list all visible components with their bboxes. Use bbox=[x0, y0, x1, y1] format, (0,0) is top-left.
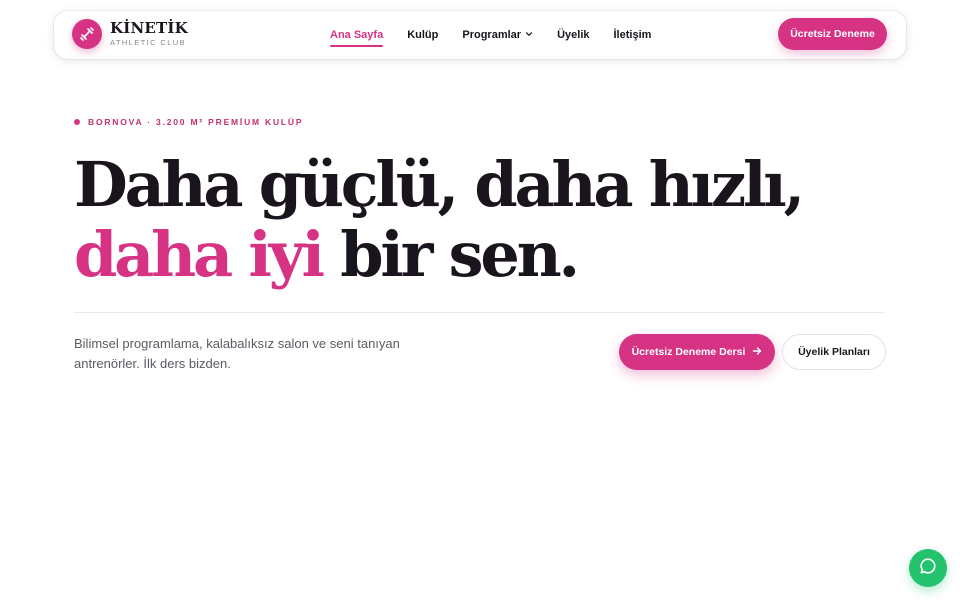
nav-item-label: İletişim bbox=[613, 29, 652, 41]
chat-bubble-icon bbox=[918, 556, 938, 581]
button-label: Ücretsiz Deneme Dersi bbox=[631, 346, 746, 358]
nav-item-programs[interactable]: Programlar bbox=[462, 29, 533, 41]
hero-divider bbox=[74, 312, 885, 313]
nav-item-label: Üyelik bbox=[557, 29, 590, 41]
membership-plans-button[interactable]: Üyelik Planları bbox=[782, 334, 886, 370]
hero-eyebrow: BORNOVA · 3.200 M² PREMİUM KULÜP bbox=[74, 117, 303, 127]
dumbbell-icon bbox=[72, 19, 102, 49]
free-trial-button[interactable]: Ücretsiz Deneme bbox=[778, 18, 887, 50]
nav-item-label: Kulüp bbox=[407, 29, 439, 41]
headline-accent: daha iyi bbox=[74, 218, 325, 291]
free-trial-lesson-button[interactable]: Ücretsiz Deneme Dersi bbox=[619, 334, 775, 370]
eyebrow-dot bbox=[74, 119, 80, 125]
brand-tagline: ATHLETIC CLUB bbox=[110, 38, 186, 48]
nav-item-label: Ana Sayfa bbox=[330, 29, 384, 41]
nav-item-home[interactable]: Ana Sayfa bbox=[330, 29, 384, 47]
nav-item-label: Programlar bbox=[462, 29, 522, 41]
arrow-right-icon bbox=[752, 346, 762, 359]
hero-lead: Bilimsel programlama, kalabalıksız salon… bbox=[74, 336, 400, 371]
headline-part1: Daha güçlü, daha hızlı, bbox=[74, 148, 805, 221]
brand[interactable]: KİNETİK ATHLETIC CLUB bbox=[72, 19, 188, 49]
nav-item-contact[interactable]: İletişim bbox=[614, 29, 652, 41]
nav-item-membership[interactable]: Üyelik bbox=[557, 29, 589, 41]
main-nav: Ana Sayfa Kulüp Programlar Üyelik İletiş… bbox=[330, 11, 675, 59]
eyebrow-text: BORNOVA · 3.200 M² PREMİUM KULÜP bbox=[88, 117, 304, 127]
brand-name: KİNETİK bbox=[110, 19, 188, 38]
navbar: KİNETİK ATHLETIC CLUB Ana Sayfa Kulüp Pr… bbox=[54, 11, 906, 59]
chat-button[interactable] bbox=[909, 549, 947, 587]
headline-part2: bir sen. bbox=[340, 218, 580, 291]
chevron-down-icon bbox=[525, 29, 533, 41]
nav-item-club[interactable]: Kulüp bbox=[407, 29, 438, 41]
hero-headline: Daha güçlü, daha hızlı, daha iyi bir sen… bbox=[74, 150, 894, 290]
